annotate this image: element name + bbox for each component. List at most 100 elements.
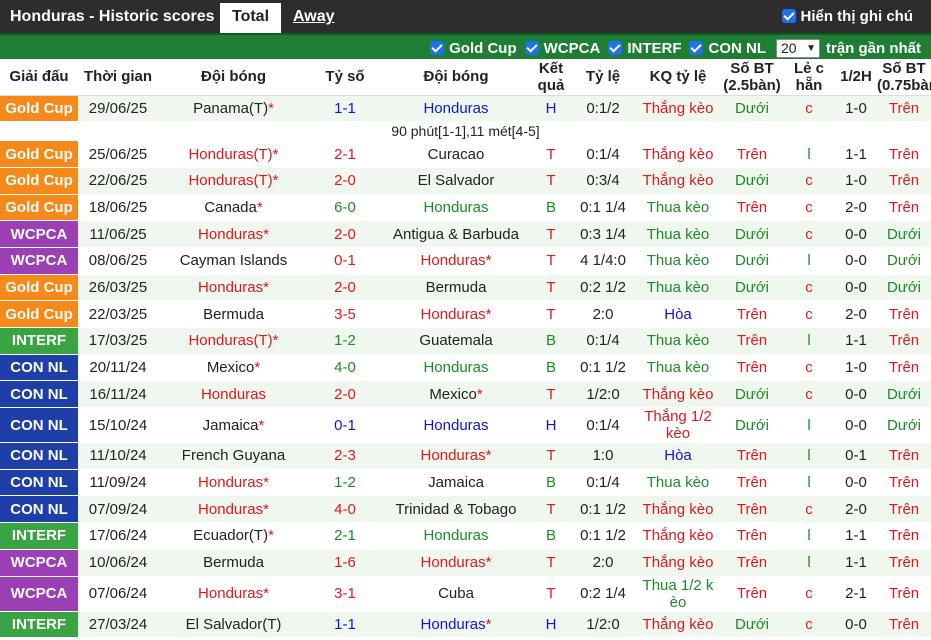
home-team[interactable]: Honduras*	[158, 495, 309, 524]
league-badge[interactable]: CON NL	[0, 469, 78, 497]
home-team[interactable]: El Salvador(T)	[158, 611, 309, 639]
score[interactable]: 1-1	[309, 611, 381, 639]
filter-con-nl[interactable]: CON NL	[689, 40, 766, 57]
tab-away[interactable]: Away	[293, 3, 335, 33]
league-badge[interactable]: INTERF	[0, 327, 78, 355]
score[interactable]: 4-0	[309, 354, 381, 382]
league-badge[interactable]: Gold Cup	[0, 140, 78, 168]
home-team[interactable]: Honduras*	[158, 576, 309, 612]
checkbox-icon[interactable]	[608, 40, 623, 55]
score[interactable]: 1-6	[309, 549, 381, 577]
score[interactable]: 4-0	[309, 495, 381, 524]
league-badge[interactable]: WCPCA	[0, 220, 78, 248]
home-team[interactable]: Panama(T)*	[158, 95, 309, 123]
away-team[interactable]: Honduras	[381, 95, 531, 123]
home-team[interactable]: Mexico*	[158, 354, 309, 382]
league-badge[interactable]: CON NL	[0, 442, 78, 470]
away-team[interactable]: Antigua & Barbuda	[381, 220, 531, 248]
home-team[interactable]: Jamaica*	[158, 407, 309, 444]
score[interactable]: 2-1	[309, 522, 381, 550]
home-team[interactable]: Honduras(T)*	[158, 140, 309, 168]
home-team[interactable]: Bermuda	[158, 300, 309, 328]
away-team[interactable]: Honduras	[381, 354, 531, 382]
home-team[interactable]: Honduras*	[158, 220, 309, 248]
away-team[interactable]: Honduras*	[381, 611, 531, 639]
show-notes-toggle[interactable]: Hiển thị ghi chú	[781, 0, 913, 33]
league-badge[interactable]: WCPCA	[0, 247, 78, 275]
away-team[interactable]: Cuba	[381, 576, 531, 612]
odd-even: c	[783, 274, 835, 302]
table-row: Gold Cup 22/03/25 Bermuda 3-5 Honduras* T 2:0 H…	[0, 300, 931, 328]
score[interactable]: 0-1	[309, 247, 381, 275]
score[interactable]: 6-0	[309, 194, 381, 222]
home-team[interactable]: Honduras	[158, 380, 309, 409]
home-team[interactable]: Canada*	[158, 194, 309, 222]
league-badge[interactable]: Gold Cup	[0, 95, 78, 123]
league-badge[interactable]: WCPCA	[0, 576, 78, 612]
home-team[interactable]: Honduras(T)*	[158, 327, 309, 355]
away-team[interactable]: Honduras	[381, 522, 531, 550]
home-team[interactable]: Honduras*	[158, 469, 309, 497]
tab-total[interactable]: Total	[220, 3, 281, 33]
score[interactable]: 3-1	[309, 576, 381, 612]
score[interactable]: 1-2	[309, 469, 381, 497]
away-team[interactable]: Honduras*	[381, 300, 531, 328]
score[interactable]: 2-0	[309, 380, 381, 409]
home-team[interactable]: Cayman Islands	[158, 247, 309, 275]
odds-result: Thua kèo	[635, 327, 721, 355]
league-badge[interactable]: CON NL	[0, 380, 78, 409]
league-badge[interactable]: Gold Cup	[0, 274, 78, 302]
checkbox-icon[interactable]	[430, 40, 445, 55]
over-under-2-5: Dưới	[721, 611, 783, 639]
score[interactable]: 1-1	[309, 95, 381, 123]
away-team[interactable]: Curacao	[381, 140, 531, 168]
score[interactable]: 2-1	[309, 140, 381, 168]
score[interactable]: 0-1	[309, 407, 381, 444]
away-team[interactable]: Mexico*	[381, 380, 531, 409]
odds-result: Thua kèo	[635, 194, 721, 222]
away-team[interactable]: Honduras*	[381, 247, 531, 275]
away-team[interactable]: Honduras	[381, 194, 531, 222]
home-team[interactable]: Honduras(T)*	[158, 167, 309, 195]
league-badge[interactable]: CON NL	[0, 495, 78, 524]
away-team[interactable]: El Salvador	[381, 167, 531, 195]
score[interactable]: 2-0	[309, 167, 381, 195]
away-team[interactable]: Honduras*	[381, 549, 531, 577]
home-team[interactable]: Honduras*	[158, 274, 309, 302]
home-team-name: Honduras(T)	[188, 332, 273, 350]
score[interactable]: 2-0	[309, 220, 381, 248]
match-date: 25/06/25	[78, 140, 158, 168]
checkbox-icon[interactable]	[524, 40, 539, 55]
away-team[interactable]: Guatemala	[381, 327, 531, 355]
half-time-score: 0-0	[835, 380, 877, 409]
score[interactable]: 1-2	[309, 327, 381, 355]
league-badge[interactable]: Gold Cup	[0, 167, 78, 195]
league-badge[interactable]: CON NL	[0, 354, 78, 382]
home-team[interactable]: Bermuda	[158, 549, 309, 577]
league-badge[interactable]: INTERF	[0, 522, 78, 550]
away-team[interactable]: Honduras	[381, 407, 531, 444]
away-team[interactable]: Bermuda	[381, 274, 531, 302]
home-team[interactable]: Ecuador(T)*	[158, 522, 309, 550]
table-row: INTERF 27/03/24 El Salvador(T) 1-1 Honduras*…	[0, 611, 931, 639]
away-team[interactable]: Honduras*	[381, 442, 531, 470]
match-date: 10/06/24	[78, 549, 158, 577]
league-badge[interactable]: WCPCA	[0, 549, 78, 577]
filter-interf[interactable]: INTERF	[608, 40, 681, 57]
home-team-name: Honduras	[198, 474, 264, 492]
score[interactable]: 2-0	[309, 274, 381, 302]
league-badge[interactable]: CON NL	[0, 407, 78, 444]
away-team[interactable]: Jamaica	[381, 469, 531, 497]
score[interactable]: 3-5	[309, 300, 381, 328]
filter-gold-cup[interactable]: Gold Cup	[430, 40, 517, 57]
filter-wcpca[interactable]: WCPCA	[524, 40, 600, 57]
away-team[interactable]: Trinidad & Tobago	[381, 495, 531, 524]
league-badge[interactable]: Gold Cup	[0, 300, 78, 328]
league-badge[interactable]: INTERF	[0, 611, 78, 639]
checkbox-icon[interactable]	[689, 40, 704, 55]
checkbox-icon[interactable]	[781, 9, 796, 23]
match-count-select[interactable]: 20 ▼	[775, 38, 820, 58]
home-team[interactable]: French Guyana	[158, 442, 309, 470]
league-badge[interactable]: Gold Cup	[0, 194, 78, 222]
score[interactable]: 2-3	[309, 442, 381, 470]
